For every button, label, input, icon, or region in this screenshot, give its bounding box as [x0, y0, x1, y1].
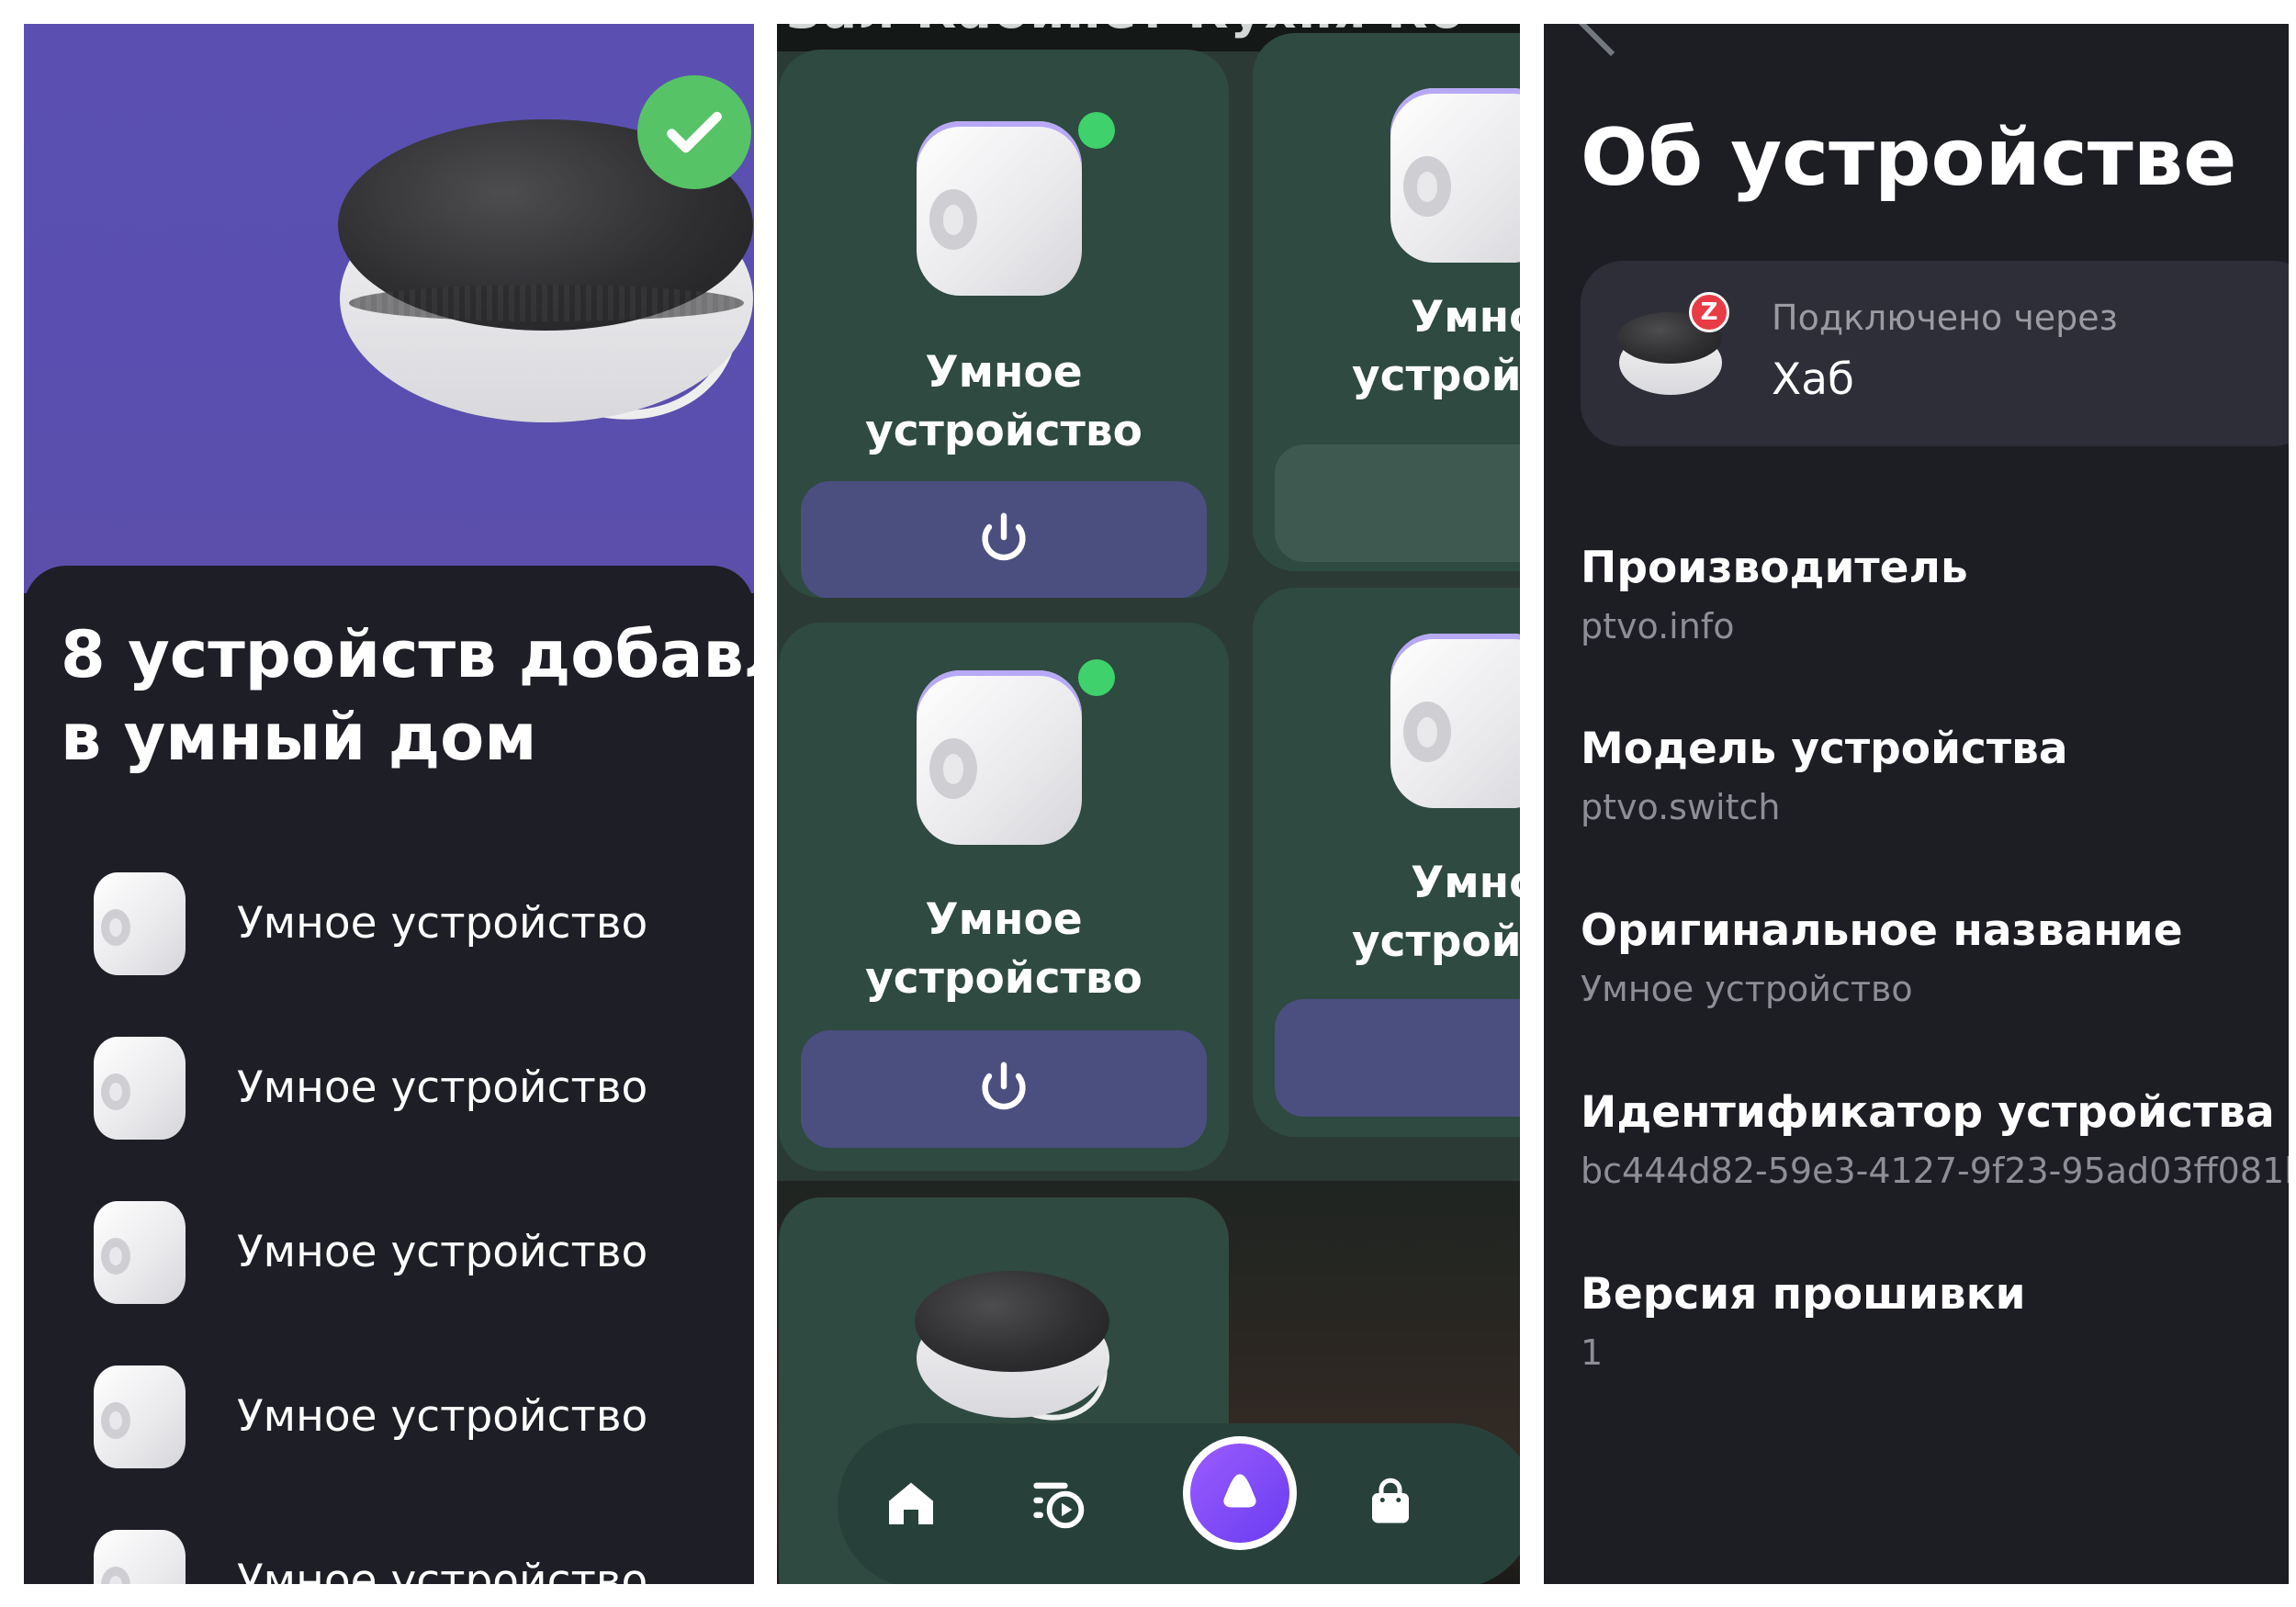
- devices-added-title: 8 устройств добавле в умный дом: [61, 613, 754, 779]
- property-model: Модель устройства ptvo.switch: [1581, 724, 2289, 827]
- property-manufacturer: Производитель ptvo.info: [1581, 543, 2289, 646]
- smart-device-icon: [917, 670, 1082, 845]
- connected-via-card[interactable]: Подключено через Хаб: [1581, 261, 2289, 446]
- smart-device-icon: [94, 1200, 186, 1304]
- success-checkmark-icon: [637, 75, 751, 189]
- property-firmware: Версия прошивки 1: [1581, 1269, 2289, 1373]
- list-item[interactable]: Умное устройство: [61, 1006, 754, 1170]
- list-item[interactable]: Умное устройство: [61, 1499, 754, 1584]
- device-name: Умно устройс: [1352, 858, 1520, 967]
- device-card[interactable]: Умное устройство: [779, 623, 1229, 1171]
- property-value: 1: [1581, 1332, 1604, 1373]
- device-label: Умное устройство: [237, 1062, 648, 1113]
- property-key: Модель устройства: [1581, 724, 2068, 774]
- device-name: Умно устройс: [1352, 292, 1520, 401]
- device-card[interactable]: Умно устройс: [1253, 588, 1520, 1137]
- device-label: Умное устройство: [237, 1391, 648, 1442]
- devices-added-screen: 8 устройств добавле в умный дом Умное ус…: [24, 24, 754, 1584]
- property-original-name: Оригинальное название Умное устройство: [1581, 905, 2289, 1009]
- property-key: Идентификатор устройства: [1581, 1087, 2275, 1138]
- hero-banner: [24, 24, 754, 593]
- power-button[interactable]: [1275, 999, 1520, 1117]
- smart-device-icon: [1390, 634, 1520, 808]
- property-device-id: Идентификатор устройства bc444d82-59e3-4…: [1581, 1087, 2289, 1191]
- added-devices-list: Умное устройство Умное устройство Умное …: [61, 841, 754, 1584]
- home-icon[interactable]: [876, 1467, 946, 1537]
- property-value: bc444d82-59e3-4127-9f23-95ad03ff081b: [1581, 1151, 2289, 1191]
- smart-device-icon: [94, 1529, 186, 1584]
- device-label: Умное устройство: [237, 1556, 648, 1584]
- device-label: Умное устройство: [237, 1227, 648, 1277]
- list-item[interactable]: Умное устройство: [61, 1170, 754, 1334]
- device-card[interactable]: Умно устройс: [1253, 33, 1520, 571]
- smart-device-icon: [94, 1365, 186, 1468]
- property-key: Версия прошивки: [1581, 1269, 2026, 1320]
- power-icon: [982, 1062, 1026, 1110]
- device-card[interactable]: Умное устройство: [779, 50, 1229, 598]
- list-item[interactable]: Умное устройство: [61, 841, 754, 1006]
- device-info-screen: Об устройстве Подключено через Хаб Z Про…: [1544, 24, 2289, 1584]
- shop-bag-icon[interactable]: [1356, 1467, 1425, 1537]
- device-name: Умное устройство: [865, 347, 1142, 456]
- device-name: Умное устройство: [865, 894, 1142, 1004]
- connected-via-label: Подключено через: [1772, 298, 2118, 338]
- power-button[interactable]: [801, 1030, 1207, 1148]
- back-arrow-icon[interactable]: [1575, 24, 1647, 57]
- power-button[interactable]: [1275, 444, 1520, 562]
- power-icon: [982, 512, 1026, 561]
- device-label: Умное устройство: [237, 898, 648, 949]
- title-line-1: 8 устройств добавле: [61, 617, 754, 692]
- smart-device-icon: [1390, 88, 1520, 263]
- zigbee-badge-icon: Z: [1689, 292, 1729, 332]
- page-title: Об устройстве: [1581, 112, 2237, 204]
- property-value: Умное устройство: [1581, 969, 1913, 1009]
- property-key: Производитель: [1581, 543, 1968, 593]
- scenarios-icon[interactable]: [1023, 1467, 1093, 1537]
- list-item[interactable]: Умное устройство: [61, 1334, 754, 1499]
- title-line-2: в умный дом: [61, 700, 537, 775]
- smart-device-icon: [917, 121, 1082, 296]
- smart-device-icon: [94, 1036, 186, 1140]
- property-key: Оригинальное название: [1581, 905, 2183, 956]
- alice-icon[interactable]: [1183, 1436, 1297, 1550]
- power-button[interactable]: [801, 481, 1207, 598]
- hub-image: [907, 1262, 1129, 1443]
- property-value: ptvo.switch: [1581, 787, 1781, 827]
- connected-via-value: Хаб: [1772, 354, 1854, 405]
- rooms-devices-screen: Зал Кабинет Кухня Ко Умное устройство Ум…: [777, 24, 1520, 1584]
- smart-device-icon: [94, 871, 186, 975]
- online-status-dot: [1078, 659, 1115, 696]
- property-value: ptvo.info: [1581, 606, 1735, 646]
- online-status-dot: [1078, 112, 1115, 149]
